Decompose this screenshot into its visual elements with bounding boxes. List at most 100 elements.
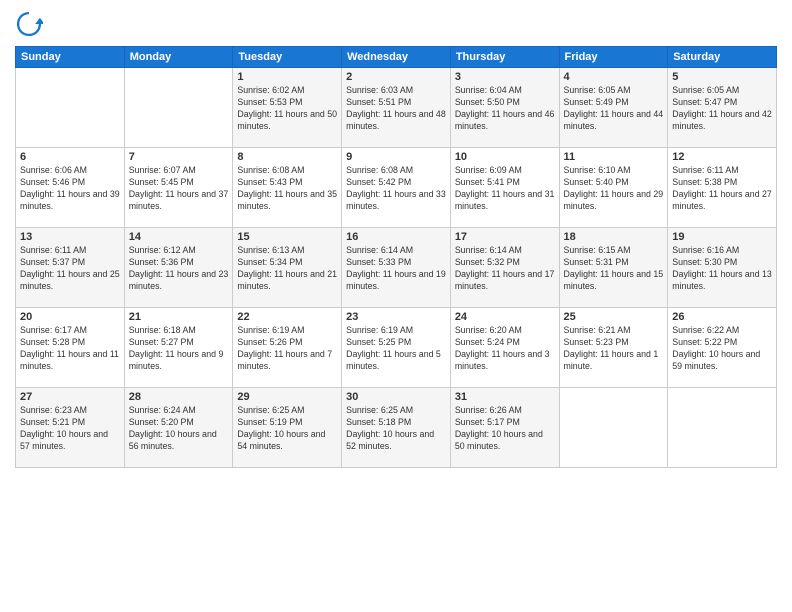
calendar-body: 1 Sunrise: 6:02 AMSunset: 5:53 PMDaylight… — [16, 68, 777, 468]
calendar-cell: 31 Sunrise: 6:26 AMSunset: 5:17 PMDayligh… — [450, 388, 559, 468]
cell-day-number: 14 — [129, 231, 229, 243]
calendar-cell: 2Sunrise: 6:03 AMSunset: 5:51 PMDaylight… — [342, 68, 451, 148]
cell-info: Sunrise: 6:09 AMSunset: 5:41 PMDaylight:… — [455, 165, 555, 213]
calendar-cell: 28Sunrise: 6:24 AMSunset: 5:20 PMDayligh… — [124, 388, 233, 468]
cell-info: Sunrise: 6:11 AMSunset: 5:37 PMDaylight:… — [20, 245, 120, 293]
cell-day-number: 21 — [129, 311, 229, 323]
calendar-cell: 19Sunrise: 6:16 AMSunset: 5:30 PMDayligh… — [668, 228, 777, 308]
cell-day-number: 11 — [564, 151, 664, 163]
cell-day-number: 1 — [237, 71, 337, 83]
weekday-header-monday: Monday — [124, 47, 233, 68]
cell-day-number: 20 — [20, 311, 120, 323]
calendar-cell: 26 Sunrise: 6:22 AMSunset: 5:22 PMDayligh… — [668, 308, 777, 388]
weekday-header-thursday: Thursday — [450, 47, 559, 68]
cell-day-number: 16 — [346, 231, 446, 243]
cell-info: Sunrise: 6:17 AMSunset: 5:28 PMDaylight:… — [20, 325, 120, 373]
cell-info: Sunrise: 6:23 AMSunset: 5:21 PMDaylight:… — [20, 405, 120, 453]
cell-day-number: 18 — [564, 231, 664, 243]
logo — [15, 10, 47, 38]
weekday-header-friday: Friday — [559, 47, 668, 68]
calendar-cell — [559, 388, 668, 468]
cell-info: Sunrise: 6:25 AMSunset: 5:18 PMDaylight:… — [346, 405, 446, 453]
calendar-cell: 20 Sunrise: 6:17 AMSunset: 5:28 PMDayligh… — [16, 308, 125, 388]
cell-info: Sunrise: 6:07 AMSunset: 5:45 PMDaylight:… — [129, 165, 229, 213]
cell-info: Sunrise: 6:05 AMSunset: 5:47 PMDaylight:… — [672, 85, 772, 133]
calendar-cell: 13 Sunrise: 6:11 AMSunset: 5:37 PMDayligh… — [16, 228, 125, 308]
cell-info: Sunrise: 6:15 AMSunset: 5:31 PMDaylight:… — [564, 245, 664, 293]
calendar-cell: 23 Sunrise: 6:19 AMSunset: 5:25 PMDayligh… — [342, 308, 451, 388]
cell-day-number: 8 — [237, 151, 337, 163]
weekday-row: SundayMondayTuesdayWednesdayThursdayFrid… — [16, 47, 777, 68]
calendar-cell — [668, 388, 777, 468]
calendar-cell: 7Sunrise: 6:07 AMSunset: 5:45 PMDaylight… — [124, 148, 233, 228]
cell-day-number: 13 — [20, 231, 120, 243]
cell-day-number: 29 — [237, 391, 337, 403]
cell-info: Sunrise: 6:20 AMSunset: 5:24 PMDaylight:… — [455, 325, 555, 373]
cell-day-number: 10 — [455, 151, 555, 163]
general-blue-icon — [15, 10, 43, 38]
week-row-1: 1 Sunrise: 6:02 AMSunset: 5:53 PMDaylight… — [16, 68, 777, 148]
calendar-cell: 30 Sunrise: 6:25 AMSunset: 5:18 PMDayligh… — [342, 388, 451, 468]
weekday-header-saturday: Saturday — [668, 47, 777, 68]
calendar-cell: 24 Sunrise: 6:20 AMSunset: 5:24 PMDayligh… — [450, 308, 559, 388]
cell-info: Sunrise: 6:16 AMSunset: 5:30 PMDaylight:… — [672, 245, 772, 293]
cell-info: Sunrise: 6:19 AMSunset: 5:26 PMDaylight:… — [237, 325, 337, 373]
cell-info: Sunrise: 6:25 AMSunset: 5:19 PMDaylight:… — [237, 405, 337, 453]
calendar-cell: 27 Sunrise: 6:23 AMSunset: 5:21 PMDayligh… — [16, 388, 125, 468]
calendar-cell: 21 Sunrise: 6:18 AMSunset: 5:27 PMDayligh… — [124, 308, 233, 388]
calendar-header: SundayMondayTuesdayWednesdayThursdayFrid… — [16, 47, 777, 68]
cell-info: Sunrise: 6:26 AMSunset: 5:17 PMDaylight:… — [455, 405, 555, 453]
weekday-header-tuesday: Tuesday — [233, 47, 342, 68]
calendar-cell: 16Sunrise: 6:14 AMSunset: 5:33 PMDayligh… — [342, 228, 451, 308]
week-row-4: 20 Sunrise: 6:17 AMSunset: 5:28 PMDayligh… — [16, 308, 777, 388]
calendar-cell: 12 Sunrise: 6:11 AMSunset: 5:38 PMDayligh… — [668, 148, 777, 228]
calendar-cell: 14Sunrise: 6:12 AMSunset: 5:36 PMDayligh… — [124, 228, 233, 308]
cell-day-number: 30 — [346, 391, 446, 403]
cell-day-number: 26 — [672, 311, 772, 323]
calendar-cell: 6 Sunrise: 6:06 AMSunset: 5:46 PMDaylight… — [16, 148, 125, 228]
cell-day-number: 23 — [346, 311, 446, 323]
cell-day-number: 15 — [237, 231, 337, 243]
calendar-cell: 11 Sunrise: 6:10 AMSunset: 5:40 PMDayligh… — [559, 148, 668, 228]
cell-info: Sunrise: 6:06 AMSunset: 5:46 PMDaylight:… — [20, 165, 120, 213]
weekday-header-wednesday: Wednesday — [342, 47, 451, 68]
cell-info: Sunrise: 6:05 AMSunset: 5:49 PMDaylight:… — [564, 85, 664, 133]
cell-info: Sunrise: 6:19 AMSunset: 5:25 PMDaylight:… — [346, 325, 446, 373]
cell-info: Sunrise: 6:10 AMSunset: 5:40 PMDaylight:… — [564, 165, 664, 213]
cell-day-number: 17 — [455, 231, 555, 243]
cell-day-number: 6 — [20, 151, 120, 163]
calendar-cell: 1 Sunrise: 6:02 AMSunset: 5:53 PMDaylight… — [233, 68, 342, 148]
cell-info: Sunrise: 6:02 AMSunset: 5:53 PMDaylight:… — [237, 85, 337, 133]
weekday-header-sunday: Sunday — [16, 47, 125, 68]
calendar-cell: 22 Sunrise: 6:19 AMSunset: 5:26 PMDayligh… — [233, 308, 342, 388]
calendar-cell: 5Sunrise: 6:05 AMSunset: 5:47 PMDaylight… — [668, 68, 777, 148]
page: SundayMondayTuesdayWednesdayThursdayFrid… — [0, 0, 792, 612]
cell-day-number: 28 — [129, 391, 229, 403]
week-row-2: 6 Sunrise: 6:06 AMSunset: 5:46 PMDaylight… — [16, 148, 777, 228]
cell-info: Sunrise: 6:08 AMSunset: 5:43 PMDaylight:… — [237, 165, 337, 213]
cell-day-number: 24 — [455, 311, 555, 323]
cell-info: Sunrise: 6:03 AMSunset: 5:51 PMDaylight:… — [346, 85, 446, 133]
calendar-cell: 4 Sunrise: 6:05 AMSunset: 5:49 PMDaylight… — [559, 68, 668, 148]
calendar-cell: 3Sunrise: 6:04 AMSunset: 5:50 PMDaylight… — [450, 68, 559, 148]
calendar-cell: 9Sunrise: 6:08 AMSunset: 5:42 PMDaylight… — [342, 148, 451, 228]
calendar-cell: 10 Sunrise: 6:09 AMSunset: 5:41 PMDayligh… — [450, 148, 559, 228]
cell-day-number: 22 — [237, 311, 337, 323]
cell-info: Sunrise: 6:18 AMSunset: 5:27 PMDaylight:… — [129, 325, 229, 373]
calendar-cell — [124, 68, 233, 148]
calendar-cell: 15Sunrise: 6:13 AMSunset: 5:34 PMDayligh… — [233, 228, 342, 308]
calendar-cell — [16, 68, 125, 148]
calendar: SundayMondayTuesdayWednesdayThursdayFrid… — [15, 46, 777, 468]
cell-day-number: 25 — [564, 311, 664, 323]
calendar-cell: 17 Sunrise: 6:14 AMSunset: 5:32 PMDayligh… — [450, 228, 559, 308]
calendar-cell: 25Sunrise: 6:21 AMSunset: 5:23 PMDayligh… — [559, 308, 668, 388]
cell-day-number: 4 — [564, 71, 664, 83]
cell-info: Sunrise: 6:22 AMSunset: 5:22 PMDaylight:… — [672, 325, 772, 373]
cell-info: Sunrise: 6:14 AMSunset: 5:32 PMDaylight:… — [455, 245, 555, 293]
cell-info: Sunrise: 6:11 AMSunset: 5:38 PMDaylight:… — [672, 165, 772, 213]
cell-day-number: 31 — [455, 391, 555, 403]
cell-day-number: 12 — [672, 151, 772, 163]
week-row-3: 13 Sunrise: 6:11 AMSunset: 5:37 PMDayligh… — [16, 228, 777, 308]
cell-day-number: 27 — [20, 391, 120, 403]
cell-info: Sunrise: 6:04 AMSunset: 5:50 PMDaylight:… — [455, 85, 555, 133]
